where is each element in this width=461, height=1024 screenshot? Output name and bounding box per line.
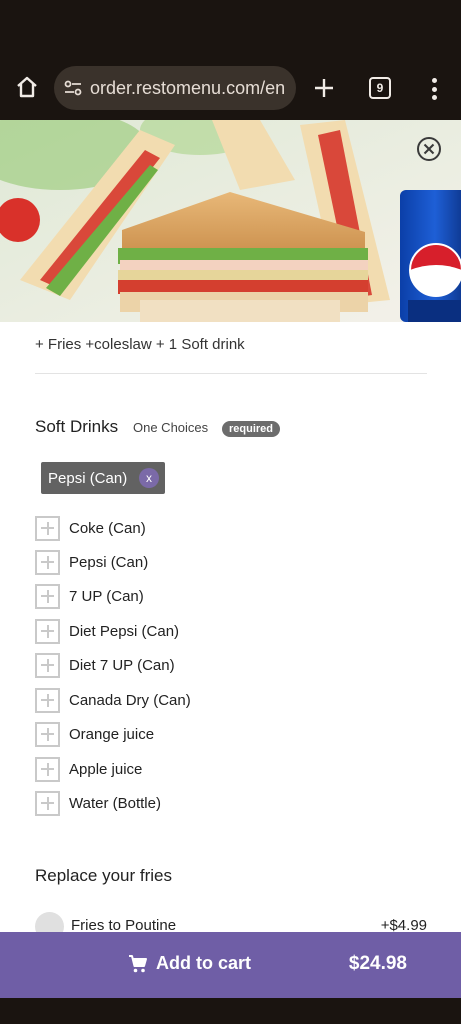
add-to-cart-button[interactable]: Add to cart $24.98 <box>0 932 461 998</box>
drink-option[interactable]: Diet 7 UP (Can) <box>35 652 175 678</box>
item-hero-image <box>0 120 461 322</box>
add-option-icon[interactable] <box>35 721 60 747</box>
choices-label: One Choices <box>133 420 209 435</box>
drink-option-label: Canada Dry (Can) <box>69 691 191 709</box>
drink-option-label: Apple juice <box>69 760 143 778</box>
drink-option-label: Diet 7 UP (Can) <box>69 656 175 674</box>
cart-total: $24.98 <box>348 953 407 974</box>
add-option-icon[interactable] <box>35 756 60 782</box>
home-icon <box>17 76 37 98</box>
required-badge: required <box>222 421 281 437</box>
replace-fries-title: Replace your fries <box>35 866 173 885</box>
url-text: order.restomenu.com/en <box>90 77 286 98</box>
drink-option-label: Pepsi (Can) <box>69 553 149 571</box>
site-settings-icon[interactable] <box>62 77 84 99</box>
add-option-icon[interactable] <box>35 687 60 713</box>
cart-icon <box>129 955 147 973</box>
new-tab-button[interactable] <box>310 74 338 102</box>
drink-option-label: Diet Pepsi (Can) <box>69 622 180 640</box>
plus-icon <box>315 79 333 97</box>
remove-selection-button[interactable]: x <box>139 468 159 488</box>
overflow-menu-icon[interactable] <box>424 76 444 102</box>
soft-drinks-title: Soft Drinks <box>35 417 119 436</box>
drink-option[interactable]: Diet Pepsi (Can) <box>35 618 179 644</box>
selected-drink-label: Pepsi (Can) <box>48 469 128 487</box>
item-description: + Fries +coleslaw + 1 Soft drink <box>35 336 245 353</box>
tabs-icon[interactable]: 9 <box>369 77 391 99</box>
add-option-icon[interactable] <box>35 515 60 541</box>
drink-option-label: Coke (Can) <box>69 519 146 537</box>
drink-option-label: Orange juice <box>69 725 155 743</box>
home-button[interactable] <box>12 72 42 102</box>
drink-option-label: 7 UP (Can) <box>69 587 144 605</box>
menu-item-page: + Fries +coleslaw + 1 Soft drink Soft Dr… <box>0 120 461 998</box>
add-option-icon[interactable] <box>35 790 60 816</box>
drink-option[interactable]: Water (Bottle) <box>35 790 161 816</box>
drink-option[interactable]: Apple juice <box>35 756 142 782</box>
system-nav-bar <box>0 998 461 1024</box>
add-option-icon[interactable] <box>35 549 60 575</box>
address-bar[interactable]: order.restomenu.com/en <box>54 66 296 110</box>
add-option-icon[interactable] <box>35 652 60 678</box>
selected-drink-chip: Pepsi (Can) x <box>41 462 165 494</box>
divider <box>35 373 427 374</box>
add-to-cart-label: Add to cart <box>156 953 252 973</box>
drink-option[interactable]: Canada Dry (Can) <box>35 687 191 713</box>
drink-option[interactable]: 7 UP (Can) <box>35 583 144 609</box>
add-option-icon[interactable] <box>35 618 60 644</box>
status-bar <box>0 0 461 58</box>
drink-option[interactable]: Orange juice <box>35 721 154 747</box>
close-icon[interactable] <box>416 136 442 162</box>
drink-option[interactable]: Coke (Can) <box>35 515 146 541</box>
drink-option-label: Water (Bottle) <box>69 794 161 812</box>
drink-option[interactable]: Pepsi (Can) <box>35 549 148 575</box>
add-option-icon[interactable] <box>35 583 60 609</box>
